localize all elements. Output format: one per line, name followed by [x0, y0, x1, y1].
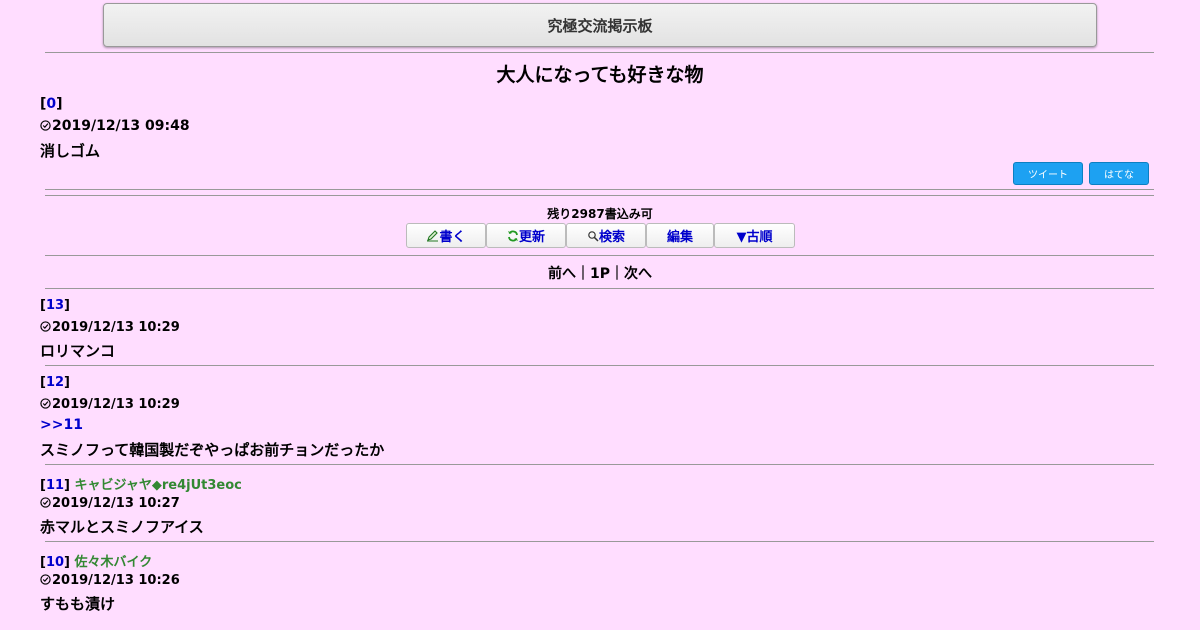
- prev-page-link[interactable]: 前へ: [548, 266, 576, 282]
- pencil-icon: [427, 230, 439, 242]
- divider: [45, 255, 1154, 256]
- divider: [45, 464, 1154, 465]
- search-button[interactable]: 検索: [566, 223, 646, 248]
- hatena-button[interactable]: はてな: [1089, 162, 1149, 185]
- tweet-label: ツイート: [1028, 170, 1068, 181]
- write-button[interactable]: 書く: [406, 223, 486, 248]
- post-number-link[interactable]: 12: [46, 375, 64, 390]
- poster-name[interactable]: 佐々木バイク: [75, 555, 153, 570]
- edit-button[interactable]: 編集: [646, 223, 714, 248]
- pager-separator: ｜: [610, 266, 624, 282]
- post-header: [12]: [40, 375, 70, 390]
- post-timestamp-line: 2019/12/13 10:27: [40, 496, 180, 511]
- clock-icon: [40, 321, 51, 332]
- post-number-link[interactable]: 10: [46, 555, 64, 570]
- clock-icon: [40, 497, 51, 508]
- next-page-link[interactable]: 次へ: [624, 266, 652, 282]
- op-number: [0]: [40, 96, 63, 112]
- op-number-link[interactable]: 0: [46, 96, 56, 112]
- divider: [45, 288, 1154, 289]
- post-timestamp: 2019/12/13 10:27: [52, 496, 180, 511]
- post-body: 赤マルとスミノフアイス: [40, 518, 204, 536]
- post-timestamp-line: 2019/12/13 10:29: [40, 320, 180, 335]
- clock-icon: [40, 120, 51, 131]
- thread-title: 大人になっても好きな物: [496, 64, 704, 86]
- post-timestamp: 2019/12/13 10:29: [52, 320, 180, 335]
- sort-order-label: ▼古順: [736, 230, 773, 245]
- clock-icon: [40, 398, 51, 409]
- post-body: ロリマンコ: [40, 342, 116, 360]
- post-number-link[interactable]: 11: [46, 478, 64, 493]
- post-header: [11] キャビジャヤ◆re4jUt3eoc: [40, 478, 242, 493]
- hatena-label: はてな: [1104, 170, 1134, 181]
- search-icon: [588, 230, 599, 242]
- post-body: スミノフって韓国製だぞやっぱお前チョンだったか: [40, 441, 385, 459]
- board-title: 究極交流掲示板: [547, 16, 653, 35]
- post-number-link[interactable]: 13: [46, 298, 64, 313]
- post-timestamp: 2019/12/13 10:26: [52, 573, 180, 588]
- refresh-icon: [507, 230, 518, 241]
- divider: [45, 195, 1154, 196]
- post-timestamp-line: 2019/12/13 10:26: [40, 573, 180, 588]
- post-header: [10] 佐々木バイク: [40, 555, 153, 570]
- sort-order-button[interactable]: ▼古順: [714, 223, 795, 248]
- post-timestamp-line: 2019/12/13 10:29: [40, 397, 180, 412]
- divider: [45, 541, 1154, 542]
- current-page[interactable]: 1P: [590, 266, 610, 282]
- refresh-button[interactable]: 更新: [486, 223, 566, 248]
- op-body: 消しゴム: [40, 142, 101, 160]
- post-header: [13]: [40, 298, 70, 313]
- write-label: 書く: [439, 230, 466, 245]
- reply-anchor-link[interactable]: >>11: [40, 417, 83, 433]
- search-label: 検索: [598, 230, 625, 245]
- op-timestamp-line: 2019/12/13 09:48: [40, 118, 190, 134]
- board-title-button[interactable]: 究極交流掲示板: [103, 3, 1097, 47]
- pager-separator: ｜: [575, 266, 590, 282]
- remaining-posts: 残り2987書込み可: [547, 207, 653, 221]
- post-body: すもも漬け: [40, 595, 116, 613]
- poster-name[interactable]: キャビジャヤ◆re4jUt3eoc: [75, 478, 242, 493]
- clock-icon: [40, 574, 51, 585]
- tweet-button[interactable]: ツイート: [1013, 162, 1083, 185]
- divider: [45, 365, 1154, 366]
- divider: [45, 52, 1154, 53]
- post-timestamp: 2019/12/13 10:29: [52, 397, 180, 412]
- divider: [45, 189, 1154, 190]
- refresh-label: 更新: [518, 230, 545, 245]
- op-timestamp: 2019/12/13 09:48: [52, 118, 190, 134]
- edit-label: 編集: [666, 230, 693, 245]
- toolbar: 書く 更新 検索 編集 ▼古順: [406, 223, 795, 248]
- pager: 前へ｜1P｜次へ: [0, 263, 1200, 283]
